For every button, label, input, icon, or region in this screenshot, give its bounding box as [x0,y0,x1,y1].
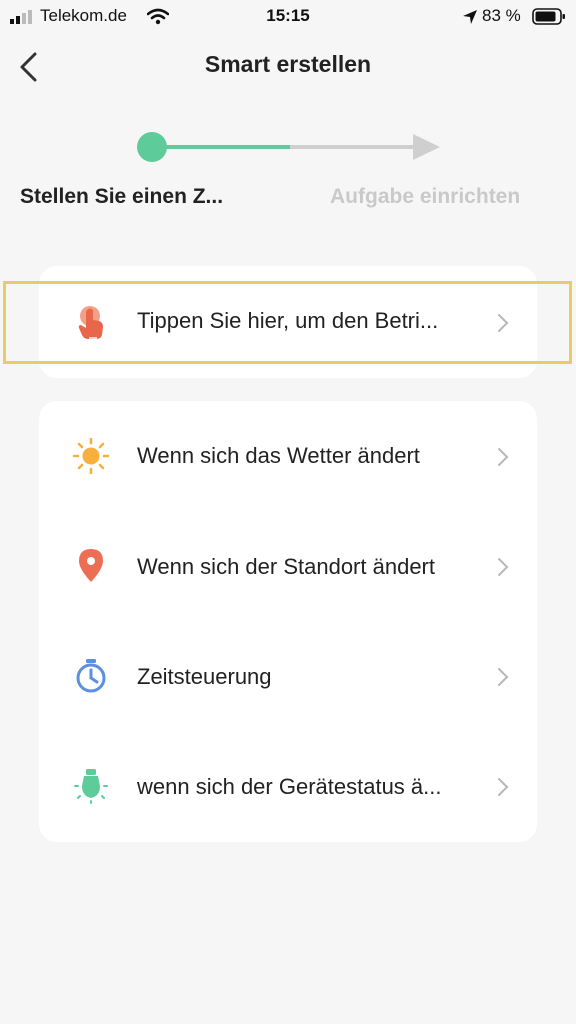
chevron-right-icon [498,668,509,686]
device-light-icon [74,769,108,804]
step-progress-indicator [137,132,440,162]
condition-row-location[interactable]: Wenn sich der Standort ändert [39,511,537,621]
location-pin-icon [79,549,103,582]
chevron-right-icon [498,558,509,576]
current-step-dot [137,132,167,162]
selection-highlight [3,281,572,364]
chevron-right-icon [498,448,509,466]
battery-icon [532,8,565,25]
step-current-label: Stellen Sie einen Z... [20,185,224,208]
conditions-card: Wenn sich das Wetter ändert Wenn sich de… [39,401,537,842]
condition-row-weather[interactable]: Wenn sich das Wetter ändert [39,401,537,511]
condition-row-timer[interactable]: Zeitsteuerung [39,621,537,731]
condition-label: Zeitsteuerung [137,664,272,689]
timer-icon [76,659,106,693]
chevron-right-icon [498,778,509,796]
condition-row-device-status[interactable]: wenn sich der Gerätestatus ä... [39,731,537,841]
sun-icon [73,438,109,474]
step-next-label: Aufgabe einrichten [330,185,521,208]
condition-label: wenn sich der Gerätestatus ä... [137,774,442,799]
battery-percentage: 83 % [482,6,521,25]
arrow-right-icon [413,134,440,160]
condition-label: Wenn sich der Standort ändert [137,554,435,579]
location-arrow-icon [463,10,477,24]
status-bar: Telekom.de 15:15 83 % [0,0,576,34]
page-title: Smart erstellen [204,51,372,77]
condition-label: Wenn sich das Wetter ändert [137,443,420,468]
